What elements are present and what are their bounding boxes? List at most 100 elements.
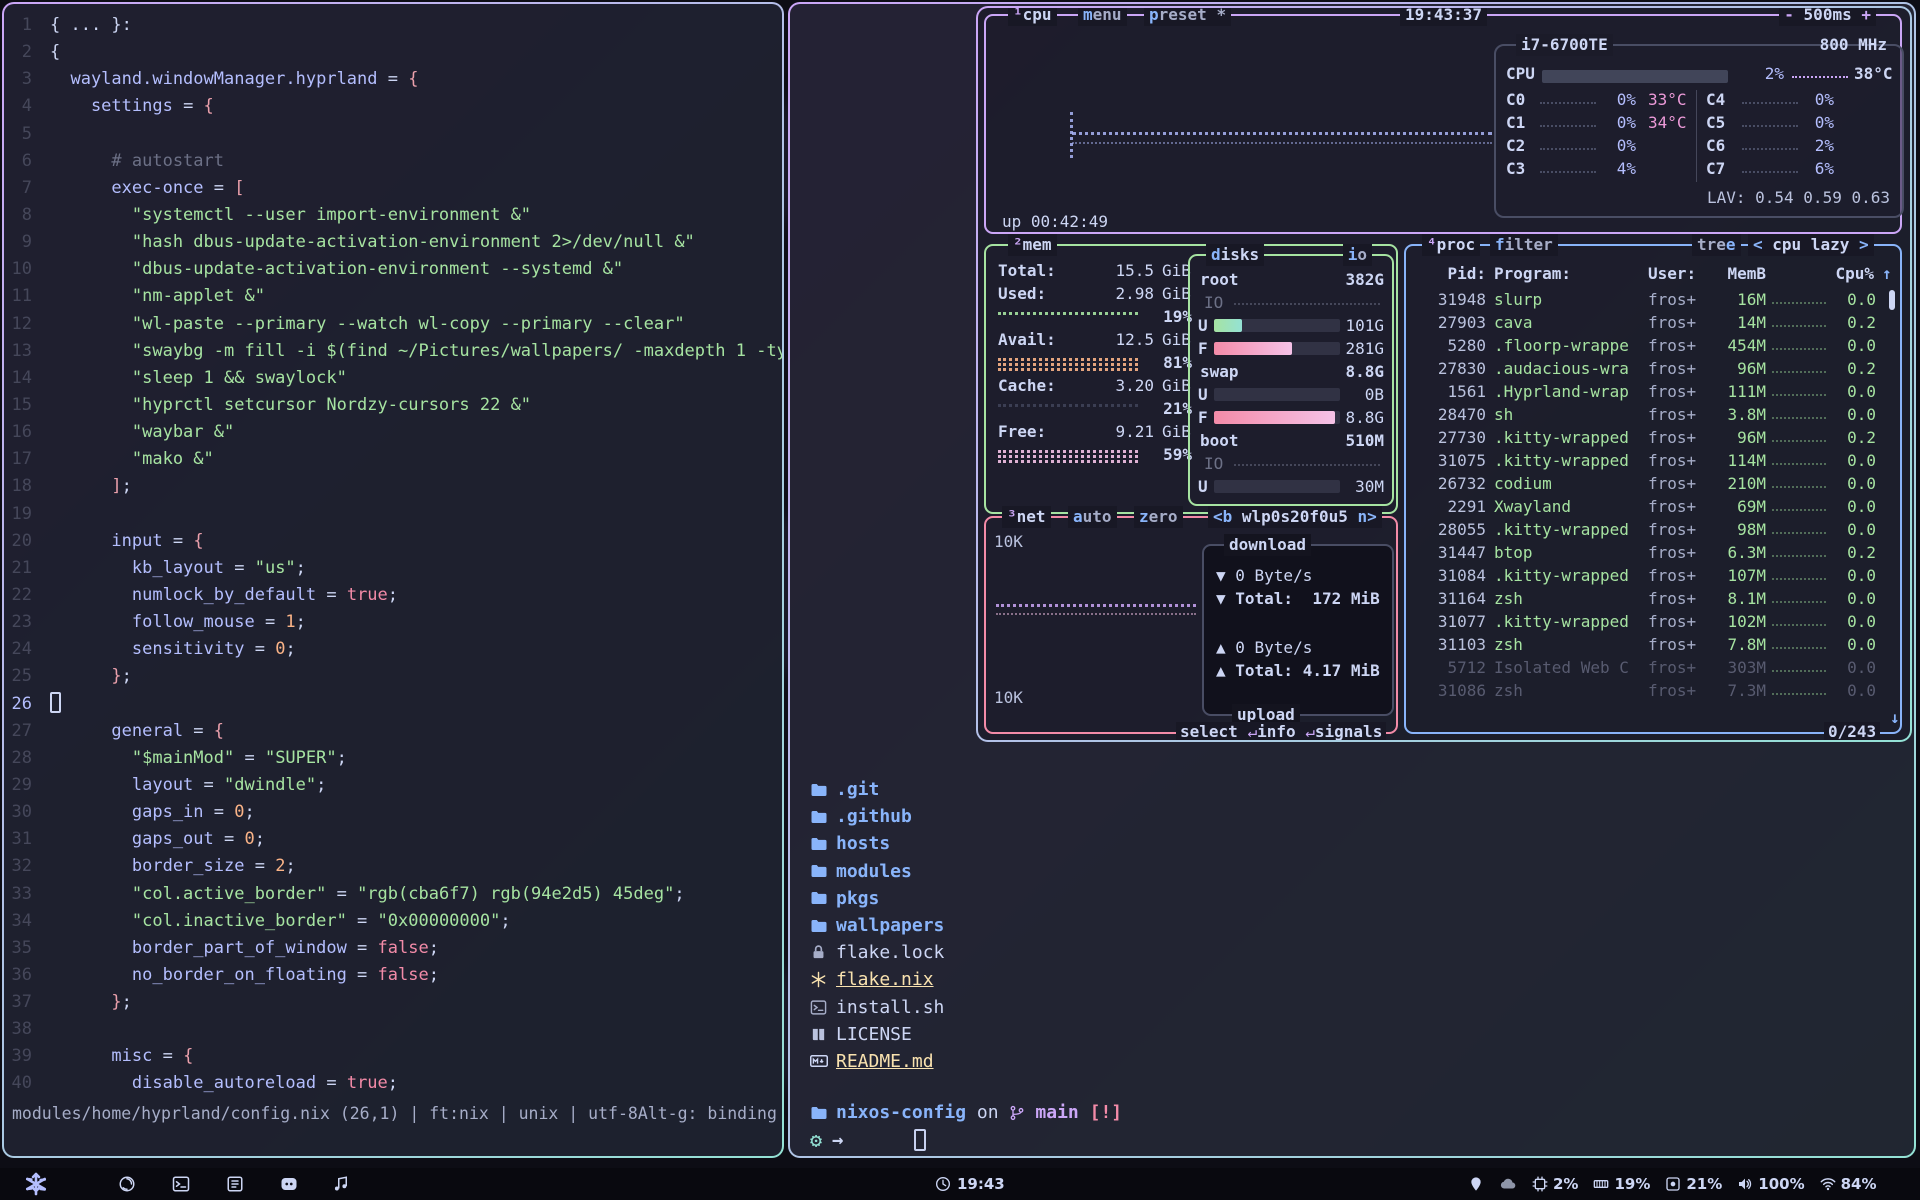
editor-line: 8 "systemctl --user import-environment &… (4, 202, 782, 229)
lock-icon (810, 944, 836, 961)
disk-row: U30M (1190, 475, 1392, 498)
process-row[interactable]: 31075.kitty-wrappedfros+114M0.0 (1406, 449, 1900, 472)
process-row[interactable]: 2291Xwaylandfros+69M0.0 (1406, 495, 1900, 518)
btop-clock: 19:43:37 (1400, 8, 1487, 26)
net-panel-tab[interactable]: ³net (1002, 506, 1051, 528)
process-row[interactable]: 27730.kitty-wrappedfros+96M0.2 (1406, 426, 1900, 449)
taskbar-module-ram[interactable]: 19% (1593, 1175, 1650, 1193)
module-value: 19% (1614, 1175, 1650, 1193)
file-name: flake.nix (836, 969, 934, 990)
process-row[interactable]: 31084.kitty-wrappedfros+107M0.0 (1406, 564, 1900, 587)
update-interval-control[interactable]: - 500ms + (1779, 8, 1876, 26)
btop-proc-panel: ⁴proc filter tree < cpu lazy > Pid: Prog… (1404, 244, 1902, 734)
ram-icon (1593, 1176, 1609, 1192)
taskbar-module-speaker[interactable]: 100% (1737, 1175, 1804, 1193)
download-title: download (1224, 534, 1311, 556)
proc-scrollbar[interactable] (1889, 290, 1895, 310)
process-row[interactable]: 27830.audacious-wrafros+96M0.2 (1406, 357, 1900, 380)
core-label: C6 (1706, 136, 1725, 155)
proc-footer-buttons[interactable]: select ↵info ↵signals (1176, 722, 1386, 740)
process-row[interactable]: 31086zshfros+7.3M0.0 (1406, 679, 1900, 702)
editor-line: 12 "wl-paste --primary --watch wl-copy -… (4, 311, 782, 338)
header-user[interactable]: User: (1648, 264, 1696, 283)
taskbar-launcher-music[interactable] (332, 1168, 350, 1200)
process-row[interactable]: 5280.floorp-wrappefros+454M0.0 (1406, 334, 1900, 357)
file-list-item: .git (810, 776, 944, 803)
music-icon (332, 1175, 350, 1193)
editor-line: 33 "col.active_border" = "rgb(cba6f7) rg… (4, 881, 782, 908)
process-row[interactable]: 28055.kitty-wrappedfros+98M0.0 (1406, 518, 1900, 541)
process-row[interactable]: 5712Isolated Web Cfros+303M0.0 (1406, 656, 1900, 679)
taskbar-module-cloud[interactable] (1499, 1175, 1517, 1193)
cpu-info-box: i7-6700TE 800 MHz CPU 2% 38°C C00%33°CC1… (1494, 44, 1904, 218)
process-row[interactable]: 27903cavafros+14M0.2 (1406, 311, 1900, 334)
net-interface-selector[interactable]: <b wlp0s20f0u5 n> (1208, 506, 1382, 528)
core-temp: 33°C (1648, 90, 1687, 109)
file-name: hosts (836, 833, 890, 854)
header-cpu[interactable]: Cpu% (1826, 264, 1874, 283)
header-pid[interactable]: Pid: (1426, 264, 1486, 283)
mem-panel-tab[interactable]: ²mem (1008, 234, 1057, 256)
process-row[interactable]: 31948slurpfros+16M0.0 (1406, 288, 1900, 311)
core-label: C5 (1706, 113, 1725, 132)
net-zero-button[interactable]: zero (1134, 506, 1183, 528)
taskbar-module-wifi[interactable]: 84% (1820, 1175, 1877, 1193)
taskbar-launcher-terminal-app[interactable] (172, 1168, 190, 1200)
editor-line: 31 gaps_out = 0; (4, 826, 782, 853)
file-name: .github (836, 806, 912, 827)
header-program[interactable]: Program: (1494, 264, 1571, 283)
shell-prompt-input[interactable]: ⚙ → (810, 1128, 926, 1152)
module-value: 2% (1553, 1175, 1578, 1193)
taskbar-module-chip[interactable]: 2% (1532, 1175, 1578, 1193)
taskbar-module-pin[interactable] (1468, 1176, 1484, 1192)
header-memb[interactable]: MemB (1720, 264, 1766, 283)
file-list-item: install.sh (810, 994, 944, 1021)
file-name: modules (836, 861, 912, 882)
taskbar-clock[interactable]: 19:43 (935, 1168, 1005, 1200)
net-auto-button[interactable]: auto (1068, 506, 1117, 528)
line-number: 10 (4, 256, 50, 283)
process-row[interactable]: 26732codiumfros+210M0.0 (1406, 472, 1900, 495)
line-number: 9 (4, 229, 50, 256)
process-row[interactable]: 1561.Hyprland-wrapfros+111M0.0 (1406, 380, 1900, 403)
editor-line: 9 "hash dbus-update-activation-environme… (4, 229, 782, 256)
preset-button[interactable]: preset * (1144, 8, 1231, 26)
disks-io-toggle[interactable]: io (1343, 244, 1372, 266)
speaker-icon (1737, 1176, 1753, 1192)
taskbar-launcher-discord[interactable] (280, 1168, 298, 1200)
disks-tab[interactable]: disks (1206, 244, 1264, 266)
cpu-panel-tab[interactable]: ¹cpu (1008, 8, 1057, 26)
line-number: 40 (4, 1070, 50, 1097)
taskbar-launcher-nix[interactable] (24, 1168, 48, 1200)
file-name: pkgs (836, 888, 879, 909)
process-row[interactable]: 31164zshfros+8.1M0.0 (1406, 587, 1900, 610)
editor-line: 1{ ... }: (4, 12, 782, 39)
scroll-down-icon[interactable]: ↓ (1890, 708, 1900, 727)
proc-panel-tab[interactable]: ⁴proc (1422, 234, 1480, 256)
process-row[interactable]: 31103zshfros+7.8M0.0 (1406, 633, 1900, 656)
editor-line: 4 settings = { (4, 93, 782, 120)
sort-direction-icon[interactable]: ↑ (1882, 264, 1892, 283)
process-row[interactable]: 28470shfros+3.8M0.0 (1406, 403, 1900, 426)
process-table[interactable]: 31948slurpfros+16M0.027903cavafros+14M0.… (1406, 288, 1900, 702)
proc-tree-button[interactable]: tree (1692, 234, 1741, 256)
load-average: LAV: 0.54 0.59 0.63 (1707, 188, 1890, 207)
prompt-arrow-icon: → (832, 1129, 843, 1151)
proc-filter-button[interactable]: filter (1490, 234, 1558, 256)
core-column-divider (1696, 90, 1697, 182)
file-name: flake.lock (836, 942, 944, 963)
process-row[interactable]: 31077.kitty-wrappedfros+102M0.0 (1406, 610, 1900, 633)
taskbar-launcher-notes[interactable] (226, 1168, 244, 1200)
code-area[interactable]: 1{ ... }:2{3 wayland.windowManager.hyprl… (4, 12, 782, 1098)
process-row[interactable]: 31447btopfros+6.3M0.2 (1406, 541, 1900, 564)
core-label: C2 (1506, 136, 1525, 155)
disk-row: IO (1190, 291, 1392, 314)
proc-sort-selector[interactable]: < cpu lazy > (1748, 234, 1874, 256)
taskbar-module-disk[interactable]: 21% (1665, 1175, 1722, 1193)
line-number: 38 (4, 1016, 50, 1043)
core-percent: 4% (1590, 159, 1636, 178)
menu-button[interactable]: menu (1078, 8, 1127, 26)
line-number: 12 (4, 311, 50, 338)
taskbar-launcher-firefox[interactable] (118, 1168, 136, 1200)
file-listing: .git.githubhostsmodulespkgswallpapersfla… (810, 776, 944, 1075)
